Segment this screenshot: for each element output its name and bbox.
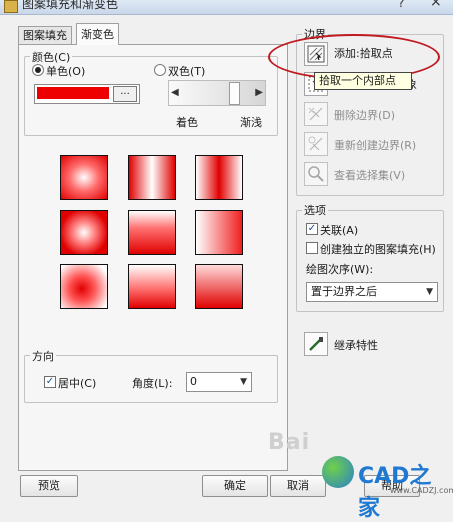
draw-order-value: 置于边界之后: [311, 285, 377, 298]
options-legend: 选项: [302, 202, 328, 218]
pick-tooltip: 拾取一个内部点: [314, 72, 412, 90]
pattern-curved[interactable]: [195, 210, 243, 255]
cancel-button[interactable]: 取消: [270, 475, 326, 497]
remove-boundary-icon[interactable]: [304, 102, 328, 126]
preview-button[interactable]: 预览: [20, 475, 78, 497]
cad-logo: [322, 456, 354, 488]
separate-hatch-label: 创建独立的图案填充(H): [320, 243, 436, 256]
window-title: 图案填充和渐变色: [22, 0, 119, 11]
shade-label: 着色: [176, 116, 198, 129]
cad-url-watermark: www.CADZJ.com: [390, 486, 453, 495]
baidu-watermark: Bai: [268, 430, 311, 455]
associative-label: 关联(A): [320, 224, 359, 237]
tab-gradient[interactable]: 渐变色: [76, 23, 119, 45]
draw-order-select[interactable]: 置于边界之后 ▼: [306, 282, 438, 302]
pattern-inv-hemispherical[interactable]: [128, 264, 176, 309]
pattern-hemispherical[interactable]: [128, 210, 176, 255]
two-color-radio[interactable]: [154, 64, 166, 76]
pattern-inv-spherical[interactable]: [60, 264, 108, 309]
lighter-label: 渐浅: [240, 116, 262, 129]
inherit-brush-icon[interactable]: [304, 332, 328, 356]
center-checkbox[interactable]: ✓: [44, 376, 56, 388]
direction-legend: 方向: [30, 348, 56, 364]
two-color-label: 双色(T): [168, 65, 206, 78]
close-icon[interactable]: ×: [430, 0, 442, 10]
recreate-boundary-icon[interactable]: [304, 132, 328, 156]
recreate-boundary-label[interactable]: 重新创建边界(R): [334, 137, 416, 153]
angle-label: 角度(L):: [132, 377, 173, 390]
view-selection-label[interactable]: 查看选择集(V): [334, 167, 405, 183]
shade-slider[interactable]: ◀ ▶: [168, 80, 266, 106]
app-icon: [4, 0, 18, 13]
tab-hatch[interactable]: 图案填充: [18, 26, 72, 45]
single-color-label: 单色(O): [46, 65, 86, 78]
associative-checkbox[interactable]: ✓: [306, 223, 318, 235]
angle-select[interactable]: 0 ▼: [186, 372, 252, 392]
slider-thumb[interactable]: [229, 82, 240, 105]
pattern-cylinder[interactable]: [128, 155, 176, 200]
color-swatch[interactable]: [37, 87, 109, 99]
magnifier-icon[interactable]: [304, 162, 328, 186]
remove-boundary-label[interactable]: 删除边界(D): [334, 107, 395, 123]
pattern-spherical[interactable]: [60, 210, 108, 255]
slider-left-arrow-icon[interactable]: ◀: [171, 87, 179, 98]
separate-hatch-checkbox[interactable]: [306, 242, 318, 254]
pattern-linear[interactable]: [60, 155, 108, 200]
slider-right-arrow-icon[interactable]: ▶: [255, 87, 263, 98]
color-swatch-box: ...: [34, 84, 140, 104]
angle-value: 0: [190, 375, 197, 388]
center-label: 居中(C): [58, 377, 97, 390]
help-icon[interactable]: ?: [398, 0, 404, 10]
single-color-radio[interactable]: [32, 64, 44, 76]
chevron-down-icon: ▼: [240, 377, 247, 387]
inherit-properties-label[interactable]: 继承特性: [334, 337, 378, 353]
pattern-inv-cylinder[interactable]: [195, 155, 243, 200]
draw-order-label: 绘图次序(W):: [306, 263, 374, 276]
color-picker-button[interactable]: ...: [113, 86, 137, 102]
pattern-inv-curved[interactable]: [195, 264, 243, 309]
chevron-down-icon: ▼: [426, 287, 433, 297]
ok-button[interactable]: 确定: [202, 475, 268, 497]
